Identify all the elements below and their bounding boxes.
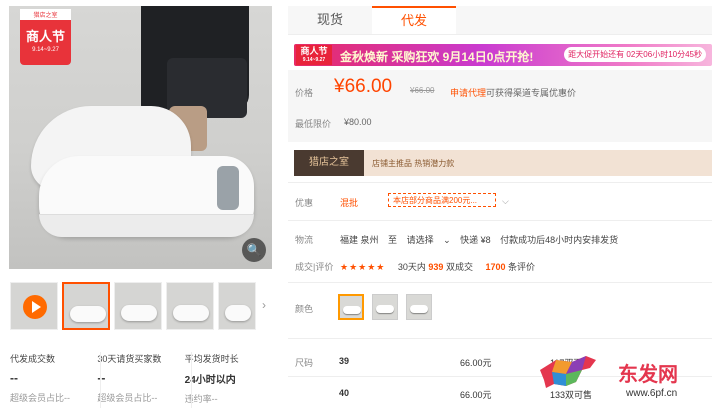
promo-banner[interactable]: 商人节 9.14~9.27 金秋焕新 采购狂欢 9月14日0点开抢! 距大促开始还… [294, 44, 712, 66]
thumbnail-shoe [70, 306, 106, 322]
current-price: ¥66.00 [334, 76, 393, 97]
banner-countdown: 距大促开始还有 02天06小时10分45秒 [564, 47, 706, 62]
coupon-tag[interactable]: 本店部分商品满200元... [388, 193, 496, 207]
banner-badge-date: 9.14~9.27 [302, 57, 326, 63]
chevron-right-icon[interactable]: › [262, 298, 266, 312]
review-count[interactable]: 1700 [485, 262, 505, 272]
chevron-down-icon[interactable]: ⌵ [502, 196, 509, 207]
ship-to-word: 至 [388, 235, 398, 245]
promo-badge-date: 9.14~9.27 [32, 47, 59, 53]
min-price-value: ¥80.00 [344, 117, 372, 127]
divider [288, 220, 712, 221]
stat-value: -- [97, 371, 106, 385]
bull-logo-icon [540, 356, 596, 388]
banner-badge: 商人节 9.14~9.27 [296, 45, 332, 65]
logistics-info: 福建 泉州 至 请选择 ⌄ 快递 ¥8 付款成功后48小时内安排发货 [340, 233, 625, 246]
destination-select[interactable]: 请选择 ⌄ [407, 235, 451, 245]
thumbnail-2[interactable] [114, 282, 162, 330]
stat-dropship-deals: 代发成交数 -- 超级会员占比-- [10, 352, 97, 405]
stat-title: 平均发货时长 [184, 354, 239, 364]
agent-offer: 申请代理可获得渠道专属优惠价 [450, 86, 576, 99]
agent-offer-text: 可获得渠道专属优惠价 [486, 88, 577, 98]
stat-sub: 超级会员占比-- [97, 393, 158, 403]
stat-value: 24小时以内 [184, 375, 236, 386]
banner-badge-title: 商人节 [300, 46, 328, 56]
play-icon [23, 295, 47, 319]
color-label: 颜色 [295, 304, 314, 314]
thumbnail-1[interactable] [62, 282, 110, 330]
color-shoe [376, 305, 394, 313]
color-options [338, 294, 432, 320]
stats-divider [191, 352, 192, 408]
promo-badge-store: 猎店之室 [20, 9, 71, 20]
promo-badge-title: 商人节 [25, 29, 65, 44]
color-shoe [410, 305, 428, 313]
tab-in-stock[interactable]: 现货 [288, 6, 372, 34]
color-shoe [343, 306, 361, 314]
store-logo: 猎店之室 [294, 150, 364, 176]
min-price-label: 最低限价 [295, 119, 332, 129]
destination-select-text: 请选择 [406, 235, 434, 245]
stat-sub: 违约率-- [184, 394, 218, 404]
divider [288, 282, 712, 283]
tab-dropship[interactable]: 代发 [372, 6, 456, 34]
stat-title: 30天请货买家数 [97, 354, 162, 364]
stat-title: 代发成交数 [10, 354, 56, 364]
color-option-2[interactable] [372, 294, 398, 320]
ship-note: 付款成功后48小时内安排发货 [500, 235, 619, 245]
mixed-batch-tag[interactable]: 混批 [340, 196, 358, 209]
store-recommend-text: 店铺主推品 热销潜力款 [372, 159, 455, 168]
magnifier-icon[interactable]: 🔍 [242, 238, 266, 262]
star-rating: ★★★★★ [340, 262, 386, 272]
thumbnail-shoe [173, 305, 209, 321]
color-option-1[interactable] [338, 294, 364, 320]
stat-buyers: 30天请货买家数 -- 超级会员占比-- [97, 352, 184, 405]
store-recommend-bar[interactable]: 猎店之室 店铺主推品 热销潜力款 [294, 150, 712, 176]
site-watermark: 东发网 www.6pf.cn [530, 348, 712, 408]
stat-ship-time: 平均发货时长 24小时以内 违约率-- [185, 352, 272, 405]
stat-value: -- [10, 371, 18, 385]
stats-divider [100, 352, 101, 408]
seller-stats: 代发成交数 -- 超级会员占比-- 30天请货买家数 -- 超级会员占比-- 平… [10, 352, 272, 405]
shoe-heel-tab-graphic [217, 166, 239, 210]
size-value: 39 [339, 356, 350, 366]
ship-from: 福建 泉州 [340, 235, 379, 245]
banner-slogan: 金秋焕新 采购狂欢 9月14日0点开抢! [340, 50, 534, 64]
color-option-3[interactable] [406, 294, 432, 320]
thumbnail-shoe [225, 305, 251, 321]
thumbnail-4[interactable] [218, 282, 256, 330]
express-fee: 快递 ¥8 [460, 235, 491, 245]
rating-info: ★★★★★ 30天内 939 双成交 1700 条评价 [340, 260, 535, 273]
main-product-image[interactable]: 猎店之室 商人节 9.14~9.27 🔍 [9, 6, 272, 269]
size-price: 66.00元 [460, 390, 492, 400]
promo-badge: 猎店之室 商人节 9.14~9.27 [20, 9, 71, 65]
thumbnail-strip [10, 282, 272, 332]
size-value: 40 [339, 388, 350, 398]
video-thumbnail[interactable] [10, 282, 58, 330]
price-label: 价格 [295, 88, 314, 98]
review-suffix: 条评价 [508, 262, 536, 272]
thumbnail-shoe [121, 305, 157, 321]
apply-agent-link[interactable]: 申请代理 [450, 88, 486, 98]
sold-suffix: 双成交 [445, 262, 473, 272]
promo-label: 优惠 [295, 198, 314, 208]
stat-sub: 超级会员占比-- [10, 393, 70, 403]
sold-count: 939 [428, 262, 444, 272]
watermark-url: www.6pf.cn [626, 388, 678, 399]
sold-prefix: 30天内 [397, 262, 426, 272]
original-price: ¥66.00 [410, 86, 435, 95]
size-price: 66.00元 [460, 358, 492, 368]
purchase-mode-tabs: 现货 代发 [288, 6, 712, 35]
shoe-sole-graphic [39, 214, 254, 237]
divider [288, 338, 712, 339]
logistics-label: 物流 [295, 235, 314, 245]
rating-label: 成交|评价 [295, 262, 334, 272]
thumbnail-3[interactable] [166, 282, 214, 330]
divider [288, 182, 712, 183]
watermark-text: 东发网 [618, 362, 678, 386]
